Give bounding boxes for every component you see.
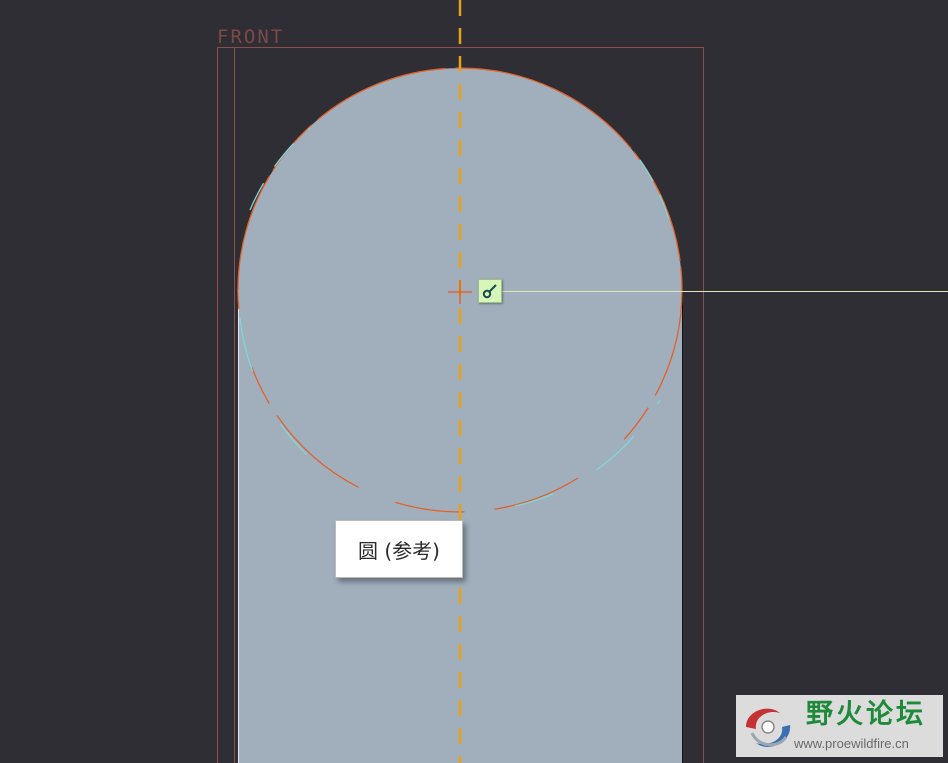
- graphics-viewport[interactable]: FRONT 圆 (参考) 野火论坛 www.proewildfire.cn: [0, 0, 948, 763]
- forum-logo-icon: [746, 708, 791, 747]
- sketch-area[interactable]: [0, 0, 948, 763]
- tangent-symbol-icon: [482, 284, 497, 299]
- forum-watermark: 野火论坛 www.proewildfire.cn: [736, 695, 943, 757]
- datum-plane-label: FRONT: [217, 26, 285, 48]
- watermark-title: 野火论坛: [806, 699, 926, 730]
- tooltip-text: 圆 (参考): [358, 538, 440, 563]
- selection-tooltip: 圆 (参考): [335, 520, 463, 578]
- watermark-url: www.proewildfire.cn: [794, 736, 909, 751]
- tangent-constraint-icon[interactable]: [478, 279, 502, 303]
